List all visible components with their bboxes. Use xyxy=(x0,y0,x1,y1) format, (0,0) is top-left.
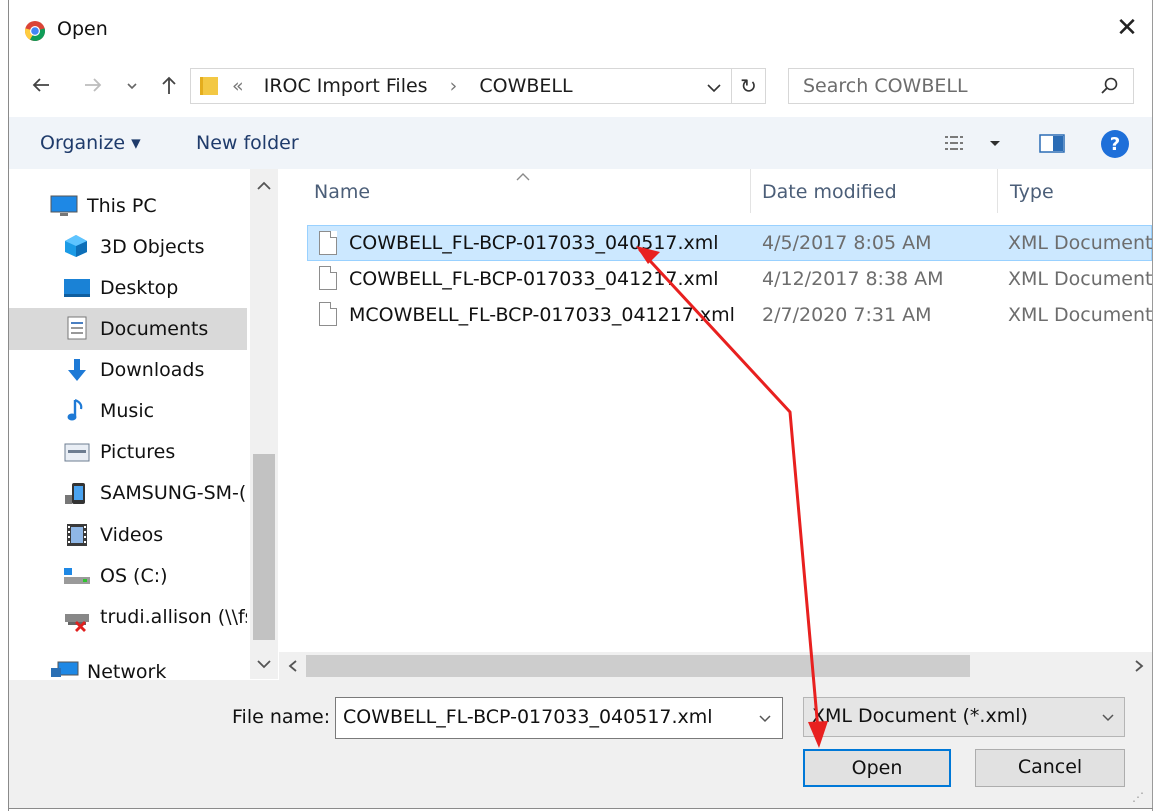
sidebar-item-pictures[interactable]: Pictures xyxy=(100,441,175,463)
desktop-icon xyxy=(63,276,91,300)
close-icon[interactable]: ✕ xyxy=(1113,14,1141,42)
scroll-down-icon[interactable] xyxy=(255,656,273,670)
network-drive-disconnected-icon xyxy=(63,606,91,632)
search-placeholder: Search COWBELL xyxy=(803,75,968,97)
scroll-left-icon[interactable] xyxy=(286,658,300,674)
organize-button[interactable]: Organize ▾ xyxy=(40,132,141,154)
file-date: 4/5/2017 8:05 AM xyxy=(762,232,932,254)
chrome-icon xyxy=(24,20,46,42)
breadcrumb-separator: › xyxy=(449,75,458,97)
music-icon xyxy=(66,398,88,424)
file-list-scroll-thumb[interactable] xyxy=(306,655,970,677)
sidebar-item-music[interactable]: Music xyxy=(100,400,154,422)
documents-icon xyxy=(66,316,88,340)
3d-objects-icon xyxy=(63,234,89,258)
column-header-type[interactable]: Type xyxy=(1010,181,1054,203)
sort-ascending-icon xyxy=(515,168,531,181)
videos-icon xyxy=(66,522,88,548)
file-date: 4/12/2017 8:38 AM xyxy=(762,268,944,290)
sidebar-item-3d-objects[interactable]: 3D Objects xyxy=(100,236,205,258)
file-type-value: XML Document (*.xml) xyxy=(812,705,1028,727)
open-button[interactable]: Open xyxy=(803,749,951,787)
sidebar-item-samsung[interactable]: SAMSUNG-SM-( xyxy=(100,482,247,504)
folder-icon xyxy=(198,74,222,98)
xml-file-icon xyxy=(319,231,337,255)
scroll-right-icon[interactable] xyxy=(1132,658,1146,674)
breadcrumb-overflow[interactable]: « xyxy=(232,75,244,97)
sidebar-item-this-pc[interactable]: This PC xyxy=(87,195,157,217)
file-name[interactable]: COWBELL_FL-BCP-017033_040517.xml xyxy=(349,232,719,254)
file-type: XML Document xyxy=(1008,232,1153,254)
nav-pane-scroll-thumb[interactable] xyxy=(253,454,275,640)
breadcrumb-item[interactable]: IROC Import Files xyxy=(264,75,428,97)
sidebar-item-videos[interactable]: Videos xyxy=(100,524,163,546)
file-date: 2/7/2020 7:31 AM xyxy=(762,304,932,326)
column-divider[interactable] xyxy=(997,169,998,213)
file-type: XML Document xyxy=(1008,304,1153,326)
back-arrow-icon[interactable] xyxy=(26,73,56,105)
svg-text:?: ? xyxy=(1110,134,1120,155)
phone-icon xyxy=(64,480,90,506)
search-icon[interactable] xyxy=(1098,76,1120,98)
cancel-button[interactable]: Cancel xyxy=(975,749,1125,787)
xml-file-icon xyxy=(319,302,337,326)
dialog-title: Open xyxy=(57,18,108,40)
chevron-down-icon[interactable] xyxy=(122,74,142,106)
scroll-up-icon[interactable] xyxy=(255,178,273,192)
drive-icon xyxy=(63,566,91,586)
network-icon xyxy=(50,660,80,680)
pictures-icon xyxy=(64,442,90,464)
chevron-down-icon[interactable] xyxy=(757,710,773,726)
this-pc-icon xyxy=(50,194,78,218)
sidebar-item-os-c[interactable]: OS (C:) xyxy=(100,565,168,587)
sidebar-item-trudi-allison[interactable]: trudi.allison (\\fs xyxy=(100,606,247,628)
up-arrow-icon[interactable] xyxy=(156,73,182,105)
preview-pane-icon[interactable] xyxy=(1039,133,1067,155)
file-name-value: COWBELL_FL-BCP-017033_040517.xml xyxy=(343,706,713,728)
new-folder-button[interactable]: New folder xyxy=(196,132,299,154)
forward-arrow-icon[interactable] xyxy=(78,73,108,105)
breadcrumb-item[interactable]: COWBELL xyxy=(479,75,572,97)
column-header-date-modified[interactable]: Date modified xyxy=(762,181,897,203)
downloads-icon xyxy=(64,358,90,384)
refresh-icon[interactable]: ↻ xyxy=(732,68,766,104)
chevron-down-icon[interactable] xyxy=(1100,709,1116,725)
sidebar-item-documents[interactable]: Documents xyxy=(100,318,208,340)
file-name-label: File name: xyxy=(232,706,331,728)
file-type: XML Document xyxy=(1008,268,1153,290)
file-name[interactable]: MCOWBELL_FL-BCP-017033_041217.xml xyxy=(349,304,735,326)
view-options-icon[interactable] xyxy=(944,133,1004,155)
file-name[interactable]: COWBELL_FL-BCP-017033_041217.xml xyxy=(349,268,719,290)
column-header-name[interactable]: Name xyxy=(314,181,370,203)
column-divider[interactable] xyxy=(750,169,751,213)
sidebar-item-desktop[interactable]: Desktop xyxy=(100,277,178,299)
window-border xyxy=(8,808,1153,809)
address-dropdown-icon[interactable] xyxy=(706,78,724,96)
help-icon[interactable]: ? xyxy=(1100,129,1130,159)
sidebar-item-downloads[interactable]: Downloads xyxy=(100,359,204,381)
resize-grip-icon[interactable]: ⋰ xyxy=(1132,790,1144,804)
xml-file-icon xyxy=(319,266,337,290)
breadcrumb: « IROC Import Files › COWBELL xyxy=(232,75,573,97)
